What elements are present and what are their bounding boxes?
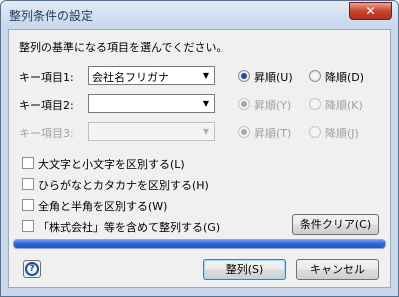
case-sensitive-label: 大文字と小文字を区別する(L) (38, 158, 185, 171)
sort-conditions-dialog: 整列条件の設定 ✕ 整列の基準になる項目を選んでください。 キー項目1: 会社名… (0, 0, 399, 297)
kana-sensitive-checkbox[interactable] (22, 178, 34, 190)
key2-ascending-label: 昇順(Y) (254, 99, 292, 112)
instruction-text: 整列の基準になる項目を選んでください。 (19, 41, 228, 54)
key1-value: 会社名フリガナ (92, 71, 169, 84)
clear-conditions-button[interactable]: 条件クリア(C) (292, 214, 379, 235)
key1-descending-radio[interactable] (309, 70, 321, 82)
width-sensitive-label: 全角と半角を区別する(W) (38, 200, 168, 213)
progress-bar (13, 239, 386, 249)
key2-label: キー項目2: (19, 99, 74, 112)
key1-ascending-label: 昇順(U) (254, 71, 293, 84)
close-icon: ✕ (365, 4, 376, 18)
include-company-checkbox[interactable] (22, 220, 34, 232)
help-icon: ? (25, 262, 39, 276)
key1-ascending-radio[interactable] (238, 70, 250, 82)
window-title: 整列条件の設定 (9, 9, 94, 23)
key3-dropdown[interactable]: ▼ (88, 122, 215, 141)
kana-sensitive-label: ひらがなとカタカナを区別する(H) (38, 179, 209, 192)
key1-descending-label: 降順(D) (325, 71, 365, 84)
key2-descending-radio[interactable] (309, 98, 321, 110)
title-bar[interactable]: 整列条件の設定 ✕ (1, 1, 398, 28)
dialog-body: 整列の基準になる項目を選んでください。 キー項目1: 会社名フリガナ ▼ 昇順(… (8, 29, 391, 288)
key3-label: キー項目3: (19, 127, 74, 140)
chevron-down-icon: ▼ (202, 99, 210, 108)
case-sensitive-checkbox[interactable] (22, 157, 34, 169)
key1-label: キー項目1: (19, 71, 74, 84)
include-company-label: 「株式会社」等を含めて整列する(G) (38, 221, 221, 234)
key3-ascending-label: 昇順(T) (254, 127, 292, 140)
chevron-down-icon: ▼ (202, 127, 210, 136)
key1-dropdown[interactable]: 会社名フリガナ ▼ (88, 66, 215, 85)
key2-ascending-radio[interactable] (238, 98, 250, 110)
key3-descending-radio[interactable] (309, 126, 321, 138)
help-button[interactable]: ? (23, 260, 41, 278)
cancel-button[interactable]: キャンセル (296, 259, 379, 280)
width-sensitive-checkbox[interactable] (22, 199, 34, 211)
chevron-down-icon: ▼ (202, 71, 210, 80)
sort-button[interactable]: 整列(S) (203, 259, 286, 280)
key3-descending-label: 降順(J) (325, 127, 359, 140)
key2-descending-label: 降順(K) (325, 99, 363, 112)
key2-dropdown[interactable]: ▼ (88, 94, 215, 113)
key3-ascending-radio[interactable] (238, 126, 250, 138)
close-button[interactable]: ✕ (349, 2, 392, 20)
